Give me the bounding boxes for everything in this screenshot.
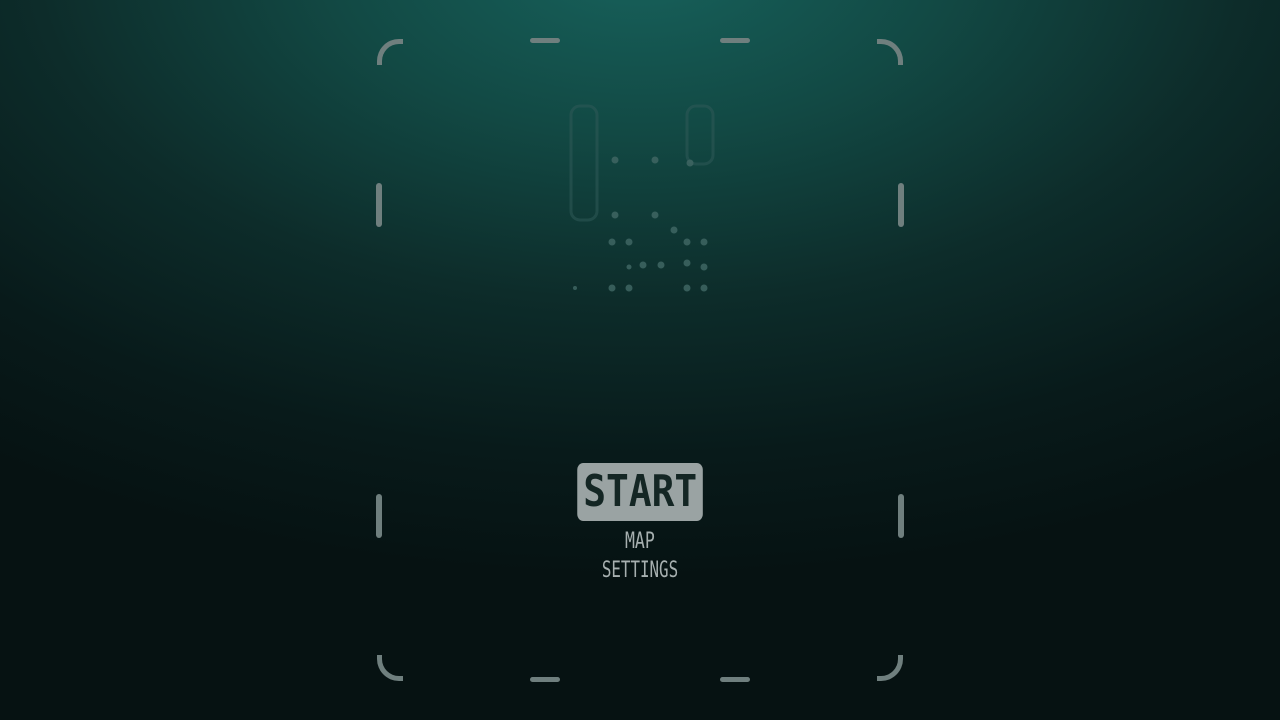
frame-corner-bottom-left xyxy=(377,655,403,681)
faded-game-logo-icon xyxy=(569,104,715,292)
settings-button[interactable]: SETTINGS xyxy=(602,558,678,583)
main-menu: START MAP SETTINGS xyxy=(0,463,1280,583)
frame-mark-left-upper xyxy=(376,183,382,227)
frame-corner-bottom-right xyxy=(877,655,903,681)
start-button[interactable]: START xyxy=(577,463,703,521)
frame-mark-right-upper xyxy=(898,183,904,227)
title-screen: START MAP SETTINGS xyxy=(0,0,1280,720)
frame-mark-top-right xyxy=(720,38,750,43)
frame-corner-top-left xyxy=(377,39,403,65)
map-button[interactable]: MAP xyxy=(625,529,655,554)
frame-corner-top-right xyxy=(877,39,903,65)
frame-mark-bottom-left xyxy=(530,677,560,682)
frame-mark-top-left xyxy=(530,38,560,43)
frame-mark-bottom-right xyxy=(720,677,750,682)
